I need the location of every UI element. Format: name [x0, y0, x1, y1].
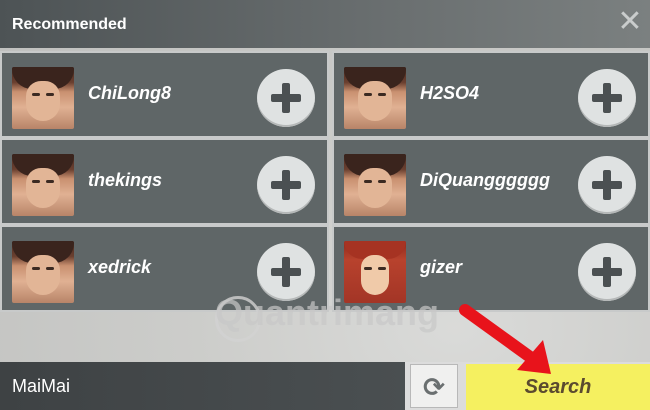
player-name: xedrick — [88, 257, 152, 277]
player-card: DiQuangggggg — [332, 138, 650, 225]
player-card: thekings — [0, 138, 329, 225]
player-card: ChiLong8 — [0, 51, 329, 138]
player-name: thekings — [88, 170, 163, 190]
refresh-icon[interactable]: ⟳ — [410, 364, 458, 408]
plus-icon[interactable] — [257, 156, 315, 214]
avatar — [344, 154, 406, 216]
plus-icon[interactable] — [578, 243, 636, 301]
avatar — [12, 154, 74, 216]
avatar — [12, 241, 74, 303]
watermark: Quantrimang — [215, 292, 440, 333]
player-name: gizer — [420, 257, 463, 277]
panel-title: Recommended — [12, 16, 127, 33]
plus-icon[interactable] — [578, 156, 636, 214]
search-input[interactable]: MaiMai — [0, 362, 405, 410]
player-card: H2SO4 — [332, 51, 650, 138]
player-name: DiQuangggggg — [420, 170, 550, 190]
player-name: H2SO4 — [420, 83, 480, 103]
close-icon[interactable]: ✕ — [616, 7, 644, 37]
annotation-arrow-icon — [459, 304, 551, 374]
avatar — [12, 67, 74, 129]
avatar — [344, 67, 406, 129]
plus-icon[interactable] — [578, 69, 636, 127]
plus-icon[interactable] — [257, 69, 315, 127]
player-name: ChiLong8 — [88, 83, 171, 103]
